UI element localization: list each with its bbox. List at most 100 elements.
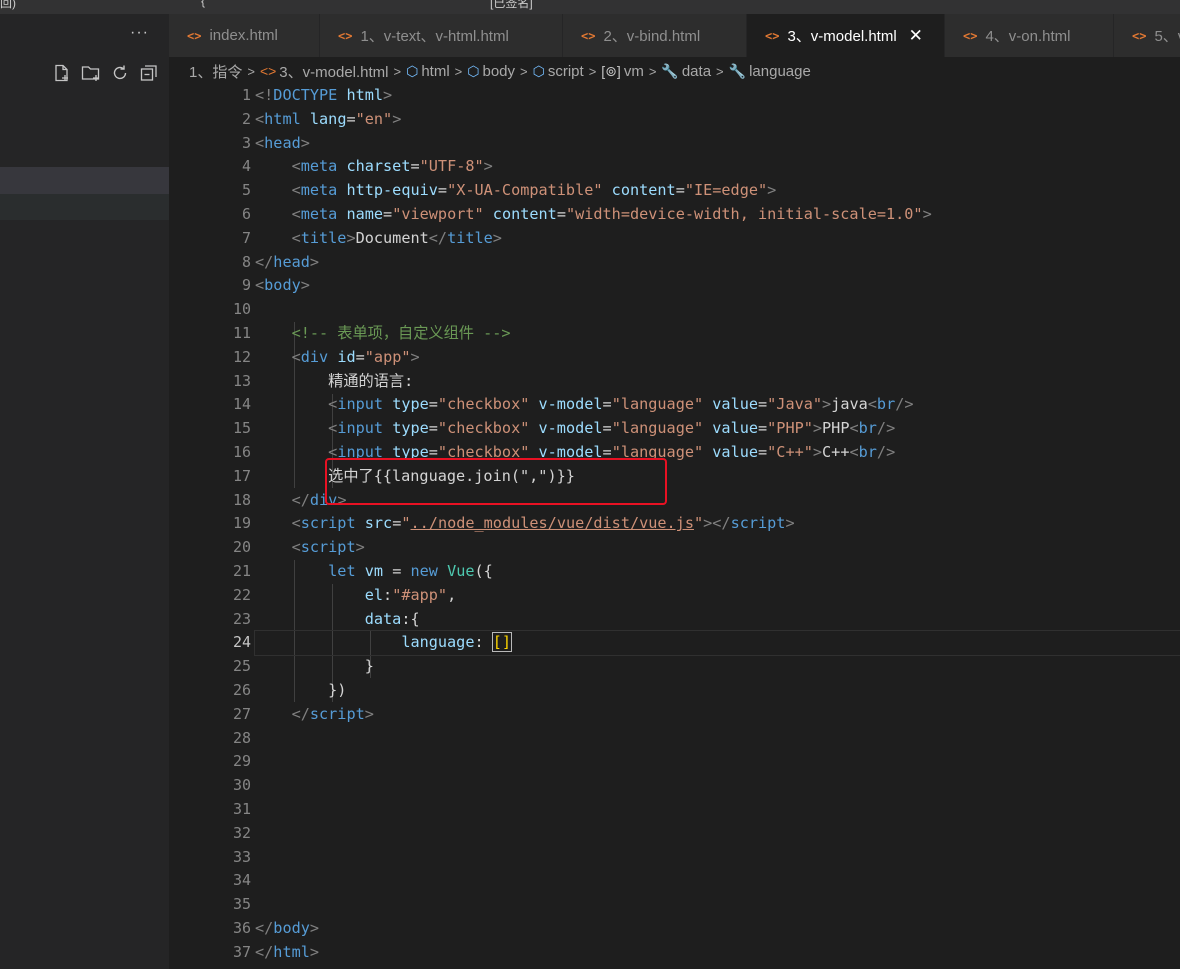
code-line[interactable]: [255, 750, 1180, 774]
code-line[interactable]: <script src="../node_modules/vue/dist/vu…: [255, 512, 1180, 536]
html-file-icon: <>: [259, 63, 277, 79]
code-line[interactable]: [255, 822, 1180, 846]
line-number-gutter: 1 2 3 4 5 6 7 8 9 10 11 12 13 14 15 16 17 18 19 20 21 22 23 24 2…: [169, 84, 251, 964]
code-line[interactable]: let vm = new Vue({: [255, 560, 1180, 584]
code-line[interactable]: [255, 869, 1180, 893]
tab-v-model[interactable]: <> 3、v-model.html ✕: [747, 14, 945, 57]
code-token: content: [492, 204, 557, 223]
code-token: =: [602, 419, 612, 438]
refresh-icon[interactable]: [110, 63, 130, 83]
code-token: language: [401, 633, 475, 652]
line-number: 16: [232, 442, 251, 461]
code-line[interactable]: </body>: [255, 917, 1180, 941]
code-line[interactable]: </head>: [255, 251, 1180, 275]
explorer-selected-row[interactable]: [0, 167, 169, 194]
breadcrumb-item[interactable]: 🔧 language: [729, 63, 811, 80]
code-line[interactable]: <title>Document</title>: [255, 227, 1180, 251]
code-line[interactable]: <meta name="viewport" content="width=dev…: [255, 203, 1180, 227]
code-line[interactable]: <div id="app">: [255, 346, 1180, 370]
breadcrumb-item[interactable]: 1、指令: [189, 61, 242, 82]
code-line[interactable]: <body>: [255, 274, 1180, 298]
code-line[interactable]: <input type="checkbox" v-model="language…: [255, 417, 1180, 441]
code-line[interactable]: data:{: [255, 608, 1180, 632]
line-number: 28: [232, 728, 251, 747]
breadcrumb-item[interactable]: ⬡ script: [533, 63, 584, 80]
breadcrumb-label: 3、v-model.html: [279, 63, 389, 81]
code-line[interactable]: <meta http-equiv="X-UA-Compatible" conte…: [255, 179, 1180, 203]
code-line[interactable]: }: [255, 655, 1180, 679]
code-line[interactable]: [255, 893, 1180, 917]
code-token: PHP: [822, 419, 850, 438]
element-icon: ⬡: [467, 62, 480, 79]
code-token: =: [383, 561, 411, 580]
code-token: meta: [300, 157, 338, 176]
code-editor[interactable]: <!DOCTYPE html> <html lang="en"> <head> <m…: [254, 84, 1180, 965]
explorer-hover-row[interactable]: [0, 194, 169, 220]
code-line[interactable]: </html>: [255, 941, 1180, 965]
code-line[interactable]: [255, 727, 1180, 751]
code-token: >: [309, 942, 320, 961]
code-token: el: [364, 585, 384, 604]
breadcrumb-item[interactable]: 🔧 data: [661, 63, 711, 80]
more-actions-icon[interactable]: ···: [130, 24, 149, 42]
breadcrumb-item[interactable]: <> 3、v-model.html: [260, 61, 389, 82]
line-number: 23: [232, 609, 251, 628]
code-token: let: [328, 561, 356, 580]
code-line[interactable]: </script>: [255, 703, 1180, 727]
code-token: "width=device-width, initial-scale=1.0": [565, 204, 923, 223]
line-number: 32: [232, 823, 251, 842]
title-fragment: 回): [0, 0, 16, 10]
tab-v-text-v-html[interactable]: <> 1、v-text、v-html.html: [320, 14, 563, 57]
code-line[interactable]: <head>: [255, 132, 1180, 156]
code-token: =: [428, 395, 438, 414]
tab-label: index.html: [209, 27, 278, 44]
close-icon[interactable]: ✕: [909, 26, 923, 46]
code-line[interactable]: <input type="checkbox" v-model="language…: [255, 393, 1180, 417]
code-line[interactable]: el:"#app",: [255, 584, 1180, 608]
code-line[interactable]: 精通的语言:: [255, 370, 1180, 394]
code-line[interactable]: }): [255, 679, 1180, 703]
code-token: input: [337, 395, 384, 414]
code-token: data: [364, 609, 402, 628]
collapse-all-icon[interactable]: [139, 63, 159, 83]
code-line[interactable]: [255, 298, 1180, 322]
tab-v-bind[interactable]: <> 2、v-bind.html: [563, 14, 747, 57]
code-line[interactable]: [255, 774, 1180, 798]
code-line[interactable]: <!-- 表单项，自定义组件 -->: [255, 322, 1180, 346]
new-folder-icon[interactable]: [81, 63, 101, 83]
breadcrumb-separator-icon: >: [648, 63, 657, 79]
code-token: >: [410, 347, 420, 366]
line-number: 11: [232, 323, 251, 342]
code-token: 精通的语言:: [255, 371, 414, 390]
html-file-icon: <>: [963, 28, 978, 43]
code-token: charset: [346, 157, 411, 176]
breadcrumb-separator-icon: >: [716, 63, 724, 79]
breadcrumb-item[interactable]: ⬡ html: [406, 63, 450, 80]
code-token: :{: [401, 609, 420, 628]
code-token: DOCTYPE: [273, 86, 338, 104]
tab-v-on[interactable]: <> 4、v-on.html: [945, 14, 1114, 57]
breadcrumb-item[interactable]: [⊚] vm: [601, 63, 644, 80]
code-token: >: [812, 442, 823, 461]
tab-5[interactable]: <> 5、v: [1114, 14, 1180, 57]
code-line[interactable]: <html lang="en">: [255, 108, 1180, 132]
breadcrumb-item[interactable]: ⬡ body: [467, 63, 515, 80]
code-line[interactable]: <!DOCTYPE html>: [255, 84, 1180, 108]
editor-tab-bar: <> index.html <> 1、v-text、v-html.html <>…: [169, 14, 1180, 57]
code-line[interactable]: language: []: [254, 630, 1180, 657]
code-line[interactable]: [255, 846, 1180, 870]
code-line[interactable]: <script>: [255, 536, 1180, 560]
code-token: ,: [447, 585, 457, 604]
tab-index-html[interactable]: <> index.html: [169, 14, 320, 57]
code-line[interactable]: <meta charset="UTF-8">: [255, 155, 1180, 179]
new-file-icon[interactable]: [52, 63, 72, 83]
code-line[interactable]: [255, 798, 1180, 822]
explorer-sidebar: ···: [0, 14, 169, 969]
